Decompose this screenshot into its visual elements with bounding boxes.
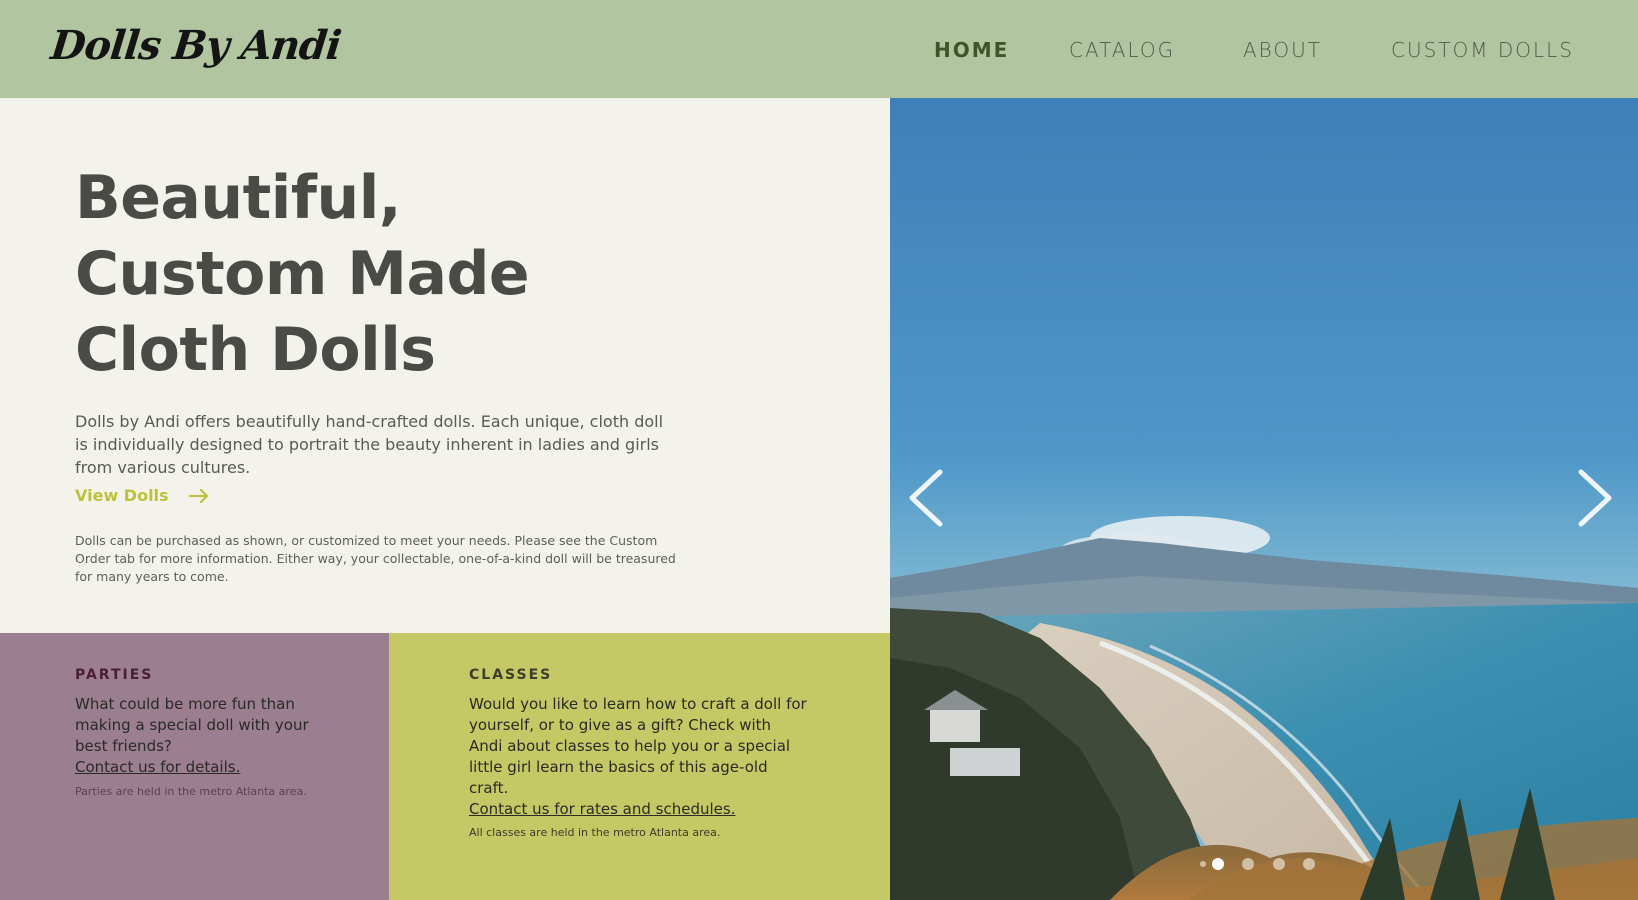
slider-dot[interactable] [1200, 861, 1206, 867]
hero-title-line: Custom Made [75, 239, 530, 309]
hero-note: Dolls can be purchased as shown, or cust… [75, 533, 676, 584]
slider-dot[interactable] [1242, 858, 1254, 870]
nav-catalog[interactable]: CATALOG [1069, 38, 1175, 62]
classes-note: All classes are held in the metro Atlant… [469, 826, 721, 839]
parties-card: PARTIES What could be more fun than maki… [0, 633, 389, 900]
hero-title-line: Cloth Dolls [75, 315, 436, 385]
classes-body: Would you like to learn how to craft a d… [469, 694, 809, 820]
chevron-left-icon[interactable] [904, 468, 948, 528]
coastal-landscape-image [890, 98, 1638, 900]
parties-contact-link[interactable]: Contact us for details. [75, 757, 315, 778]
classes-contact-link[interactable]: Contact us for rates and schedules. [469, 799, 809, 820]
hero-section: Beautiful, Custom Made Cloth Dolls Dolls… [0, 98, 890, 633]
slider-dot[interactable] [1273, 858, 1285, 870]
hero-title: Beautiful, Custom Made Cloth Dolls [75, 160, 775, 388]
main-nav: HOME CATALOG ABOUT CUSTOM DOLLS [0, 0, 1638, 98]
view-dolls-link[interactable]: View Dolls [75, 486, 209, 505]
chevron-right-icon[interactable] [1573, 468, 1617, 528]
view-dolls-label: View Dolls [75, 486, 169, 505]
slider-dot-active[interactable] [1212, 858, 1224, 870]
parties-heading: PARTIES [75, 667, 154, 683]
arrow-right-icon [188, 488, 208, 503]
nav-about[interactable]: ABOUT [1243, 38, 1322, 62]
hero-description: Dolls by Andi offers beautifully hand-cr… [75, 412, 664, 477]
parties-body: What could be more fun than making a spe… [75, 694, 315, 778]
classes-text: Would you like to learn how to craft a d… [469, 695, 807, 797]
slider-dot[interactable] [1303, 858, 1315, 870]
classes-heading: CLASSES [469, 667, 553, 683]
classes-card: CLASSES Would you like to learn how to c… [389, 633, 890, 900]
hero-slider[interactable] [890, 98, 1638, 900]
parties-text: What could be more fun than making a spe… [75, 695, 309, 755]
hero-title-line: Beautiful, [75, 163, 402, 233]
nav-home[interactable]: HOME [934, 38, 1009, 62]
nav-custom-dolls[interactable]: CUSTOM DOLLS [1391, 38, 1574, 62]
site-header: Dolls By Andi HOME CATALOG ABOUT CUSTOM … [0, 0, 1638, 98]
parties-note: Parties are held in the metro Atlanta ar… [75, 785, 307, 798]
